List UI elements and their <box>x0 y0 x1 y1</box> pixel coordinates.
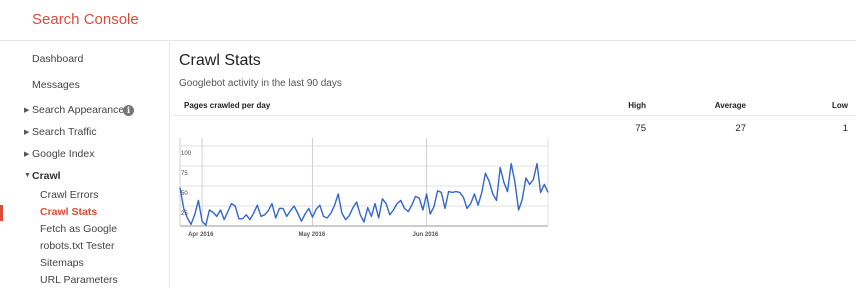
chevron-right-icon: ▶ <box>24 151 30 158</box>
sidebar-item-label: Search Traffic <box>32 126 97 138</box>
value-average: 27 <box>735 123 746 134</box>
page-subtitle: Googlebot activity in the last 90 days <box>179 78 342 89</box>
sidebar-item-url-parameters[interactable]: URL Parameters <box>0 270 170 288</box>
sidebar-item-label: robots.txt Tester <box>40 240 115 252</box>
column-low: Low <box>832 101 848 110</box>
sidebar-item-label: Sitemaps <box>40 257 84 269</box>
sidebar-item-label: Dashboard <box>32 53 84 65</box>
column-high: High <box>628 101 646 110</box>
sidebar-item-label: URL Parameters <box>40 274 118 286</box>
y-tick-label: 75 <box>181 171 188 177</box>
stats-header: Pages crawled per day High Average Low <box>171 98 856 116</box>
sidebar: Dashboard Messages ▶ Search Appearance i… <box>0 42 170 288</box>
page-title: Crawl Stats <box>179 52 261 69</box>
sidebar-item-label: Search Appearance <box>32 104 125 116</box>
info-icon[interactable]: i <box>123 105 134 116</box>
sidebar-item-dashboard[interactable]: Dashboard <box>0 49 170 71</box>
value-low: 1 <box>842 123 848 134</box>
header-bar: Search Console <box>0 0 856 41</box>
x-tick-label: May 2016 <box>298 232 325 238</box>
main-content: Crawl Stats Googlebot activity in the la… <box>171 42 856 288</box>
x-tick-label: Apr 2016 <box>188 232 214 238</box>
chevron-right-icon: ▶ <box>24 129 30 136</box>
section-label: Pages crawled per day <box>184 101 271 110</box>
chevron-right-icon: ▶ <box>24 107 30 114</box>
sidebar-item-label: Crawl <box>32 170 61 182</box>
sidebar-item-label: Crawl Stats <box>40 206 98 218</box>
y-tick-label: 100 <box>181 151 192 157</box>
chevron-down-icon: ▼ <box>24 172 31 179</box>
app-title[interactable]: Search Console <box>32 11 139 28</box>
sidebar-item-label: Messages <box>32 79 80 91</box>
sidebar-item-label: Fetch as Google <box>40 223 118 235</box>
value-high: 75 <box>635 123 646 134</box>
x-tick-label: Jun 2016 <box>413 232 439 238</box>
sidebar-item-google-index[interactable]: ▶ Google Index <box>0 144 170 166</box>
sidebar-item-search-appearance[interactable]: ▶ Search Appearance i <box>0 100 170 122</box>
sidebar-item-messages[interactable]: Messages <box>0 75 170 97</box>
pages-crawled-chart[interactable]: 255075100Apr 2016 May 2016 Jun 2016 <box>176 132 552 244</box>
sidebar-item-label: Crawl Errors <box>40 189 99 201</box>
series-line <box>179 162 549 226</box>
sidebar-item-search-traffic[interactable]: ▶ Search Traffic <box>0 122 170 144</box>
sidebar-item-label: Google Index <box>32 148 95 160</box>
column-average: Average <box>714 101 746 110</box>
